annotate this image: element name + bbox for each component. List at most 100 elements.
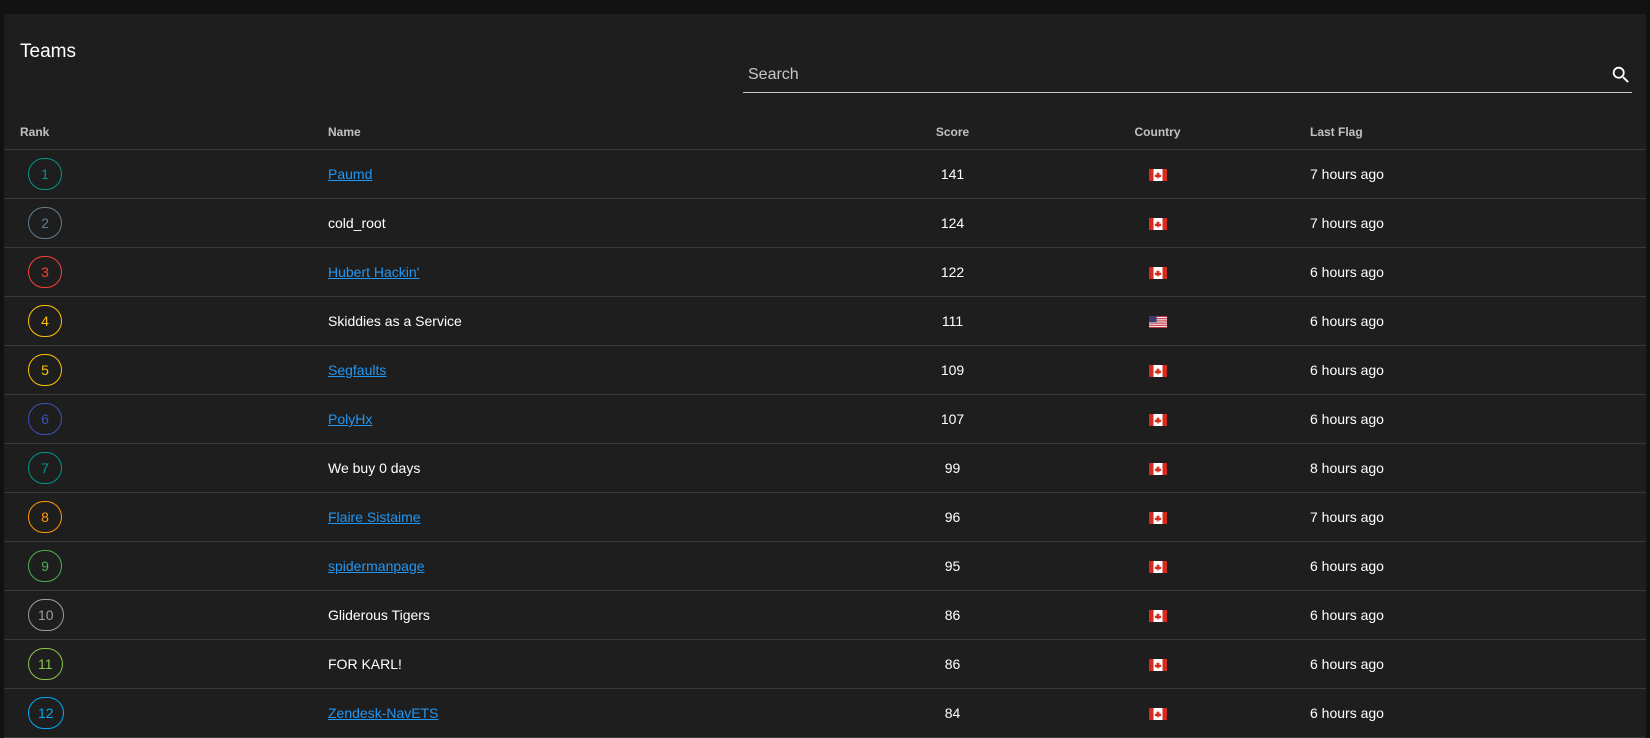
last-flag-cell: 6 hours ago: [1310, 590, 1646, 640]
column-header-last-flag[interactable]: Last Flag: [1310, 114, 1646, 150]
last-flag-cell: 6 hours ago: [1310, 345, 1646, 395]
score-cell: 86: [900, 639, 1005, 689]
name-cell: spidermanpage: [328, 541, 900, 591]
score-cell: 84: [900, 688, 1005, 738]
canada-flag-icon: [1148, 512, 1167, 525]
score-cell: 141: [900, 149, 1005, 199]
name-cell: PolyHx: [328, 394, 900, 444]
canada-flag-icon: [1148, 169, 1167, 182]
rank-badge: 6: [28, 403, 62, 435]
score-cell: 122: [900, 247, 1005, 297]
table-row: 6 PolyHx 107 6 hours ago: [4, 394, 1646, 444]
name-cell: Segfaults: [328, 345, 900, 395]
team-name-link[interactable]: PolyHx: [328, 411, 372, 427]
rank-cell: 12: [4, 688, 328, 738]
score-cell: 96: [900, 492, 1005, 542]
table-row: 3 Hubert Hackin' 122 6 hours ago: [4, 247, 1646, 297]
canada-flag-icon: [1148, 218, 1167, 231]
table-row: 7 We buy 0 days 99 8 hours ago: [4, 443, 1646, 493]
country-cell: [1005, 541, 1310, 591]
rank-badge: 3: [28, 256, 62, 288]
score-cell: 109: [900, 345, 1005, 395]
rank-cell: 2: [4, 198, 328, 248]
table-row: 1 Paumd 141 7 hours ago: [4, 149, 1646, 199]
table-header-row: Rank Name Score Country Last Flag: [4, 114, 1646, 150]
country-cell: [1005, 149, 1310, 199]
name-cell: Paumd: [328, 149, 900, 199]
last-flag-cell: 6 hours ago: [1310, 688, 1646, 738]
country-cell: [1005, 296, 1310, 346]
rank-cell: 10: [4, 590, 328, 640]
country-cell: [1005, 492, 1310, 542]
name-cell: Hubert Hackin': [328, 247, 900, 297]
team-name-link[interactable]: Hubert Hackin': [328, 264, 419, 280]
column-header-rank[interactable]: Rank: [4, 114, 328, 150]
rank-badge: 7: [28, 452, 62, 484]
table-body: 1 Paumd 141 7 hours ago 2 cold_root 124 7 hours…: [4, 149, 1646, 738]
table-row: 10 Gliderous Tigers 86 6 hours ago: [4, 590, 1646, 640]
last-flag-cell: 7 hours ago: [1310, 492, 1646, 542]
rank-badge: 12: [28, 697, 64, 729]
table-row: 4 Skiddies as a Service 111 6 hours ago: [4, 296, 1646, 346]
team-name: We buy 0 days: [328, 460, 421, 476]
usa-flag-icon: [1148, 316, 1167, 329]
rank-badge: 8: [28, 501, 62, 533]
team-name: FOR KARL!: [328, 656, 402, 672]
country-cell: [1005, 590, 1310, 640]
rank-badge: 5: [28, 354, 62, 386]
last-flag-cell: 7 hours ago: [1310, 149, 1646, 199]
table-row: 2 cold_root 124 7 hours ago: [4, 198, 1646, 248]
column-header-score[interactable]: Score: [900, 114, 1005, 150]
score-cell: 111: [900, 296, 1005, 346]
team-name-link[interactable]: Segfaults: [328, 362, 386, 378]
name-cell: We buy 0 days: [328, 443, 900, 493]
canada-flag-icon: [1148, 267, 1167, 280]
rank-cell: 7: [4, 443, 328, 493]
rank-badge: 9: [28, 550, 62, 582]
canada-flag-icon: [1148, 365, 1167, 378]
team-name-link[interactable]: Flaire Sistaime: [328, 509, 421, 525]
rank-cell: 3: [4, 247, 328, 297]
rank-cell: 11: [4, 639, 328, 689]
score-cell: 107: [900, 394, 1005, 444]
rank-cell: 4: [4, 296, 328, 346]
score-cell: 86: [900, 590, 1005, 640]
rank-cell: 6: [4, 394, 328, 444]
canada-flag-icon: [1148, 414, 1167, 427]
name-cell: cold_root: [328, 198, 900, 248]
column-header-name[interactable]: Name: [328, 114, 900, 150]
name-cell: Flaire Sistaime: [328, 492, 900, 542]
name-cell: Skiddies as a Service: [328, 296, 900, 346]
teams-table: Rank Name Score Country Last Flag 1 Paumd…: [4, 114, 1646, 738]
search-icon[interactable]: [1610, 64, 1632, 86]
name-cell: Zendesk-NavETS: [328, 688, 900, 738]
canada-flag-icon: [1148, 561, 1167, 574]
rank-badge: 4: [28, 305, 62, 337]
canada-flag-icon: [1148, 610, 1167, 623]
teams-card: Teams Rank Name Score Country Last Flag …: [4, 14, 1646, 738]
team-name-link[interactable]: spidermanpage: [328, 558, 425, 574]
score-cell: 124: [900, 198, 1005, 248]
search-input[interactable]: [746, 64, 1590, 86]
canada-flag-icon: [1148, 659, 1167, 672]
canada-flag-icon: [1148, 708, 1167, 721]
last-flag-cell: 7 hours ago: [1310, 198, 1646, 248]
rank-cell: 5: [4, 345, 328, 395]
rank-cell: 8: [4, 492, 328, 542]
last-flag-cell: 6 hours ago: [1310, 639, 1646, 689]
score-cell: 99: [900, 443, 1005, 493]
last-flag-cell: 6 hours ago: [1310, 247, 1646, 297]
score-cell: 95: [900, 541, 1005, 591]
team-name: cold_root: [328, 215, 386, 231]
rank-badge: 2: [28, 207, 62, 239]
team-name-link[interactable]: Paumd: [328, 166, 372, 182]
team-name-link[interactable]: Zendesk-NavETS: [328, 705, 438, 721]
country-cell: [1005, 394, 1310, 444]
country-cell: [1005, 443, 1310, 493]
rank-cell: 1: [4, 149, 328, 199]
column-header-country[interactable]: Country: [1005, 114, 1310, 150]
page-title: Teams: [20, 41, 76, 62]
rank-cell: 9: [4, 541, 328, 591]
table-row: 5 Segfaults 109 6 hours ago: [4, 345, 1646, 395]
name-cell: FOR KARL!: [328, 639, 900, 689]
